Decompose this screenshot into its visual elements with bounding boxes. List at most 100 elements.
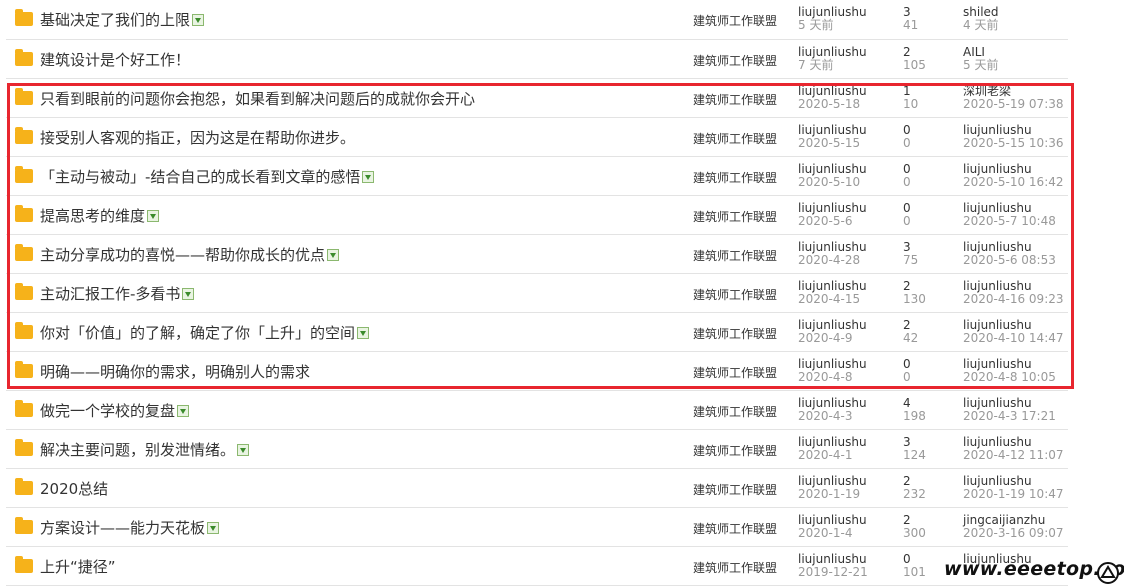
author-name[interactable]: liujunliushu bbox=[798, 357, 867, 371]
author-cell[interactable]: liujunliushu 2020-4-28 bbox=[798, 241, 867, 267]
last-post-user[interactable]: shiled bbox=[963, 5, 999, 19]
forum-link[interactable]: 建筑师工作联盟 bbox=[693, 364, 777, 381]
forum-link[interactable]: 建筑师工作联盟 bbox=[693, 169, 777, 186]
last-post-user[interactable]: liujunliushu bbox=[963, 474, 1032, 488]
last-post-cell[interactable]: 深圳老梁 2020-5-19 07:38 bbox=[963, 85, 1064, 111]
last-post-user[interactable]: liujunliushu bbox=[963, 162, 1032, 176]
thread-title-link[interactable]: 你对「价值」的了解，确定了你「上升」的空间 bbox=[40, 322, 370, 343]
thread-row[interactable]: 建筑设计是个好工作！ 建筑师工作联盟 liujunliushu 7 天前 2 1… bbox=[6, 40, 1068, 79]
author-name[interactable]: liujunliushu bbox=[798, 435, 867, 449]
author-cell[interactable]: liujunliushu 2020-5-15 bbox=[798, 124, 867, 150]
thread-title-link[interactable]: 明确——明确你的需求，明确别人的需求 bbox=[40, 361, 310, 382]
author-name[interactable]: liujunliushu bbox=[798, 552, 867, 566]
author-cell[interactable]: liujunliushu 2020-5-10 bbox=[798, 163, 867, 189]
forum-link[interactable]: 建筑师工作联盟 bbox=[693, 520, 777, 537]
forum-link[interactable]: 建筑师工作联盟 bbox=[693, 481, 777, 498]
thread-title-link[interactable]: 只看到眼前的问题你会抱怨，如果看到解决问题后的成就你会开心 bbox=[40, 88, 475, 109]
last-post-cell[interactable]: liujunliushu 2020-4-8 10:05 bbox=[963, 358, 1056, 384]
thread-row[interactable]: 2020总结 建筑师工作联盟 liujunliushu 2020-1-19 2 … bbox=[6, 469, 1068, 508]
author-name[interactable]: liujunliushu bbox=[798, 123, 867, 137]
author-cell[interactable]: liujunliushu 2020-1-4 bbox=[798, 514, 867, 540]
author-name[interactable]: liujunliushu bbox=[798, 318, 867, 332]
last-post-user[interactable]: liujunliushu bbox=[963, 396, 1032, 410]
author-cell[interactable]: liujunliushu 2020-4-3 bbox=[798, 397, 867, 423]
thread-title-link[interactable]: 上升“捷径” bbox=[40, 556, 116, 577]
last-post-cell[interactable]: shiled 4 天前 bbox=[963, 6, 999, 32]
thread-title-link[interactable]: 主动汇报工作-多看书 bbox=[40, 283, 195, 304]
author-name[interactable]: liujunliushu bbox=[798, 474, 867, 488]
thread-title-link[interactable]: 建筑设计是个好工作！ bbox=[40, 49, 190, 70]
author-name[interactable]: liujunliushu bbox=[798, 45, 867, 59]
last-post-user[interactable]: liujunliushu bbox=[963, 240, 1032, 254]
last-post-cell[interactable]: liujunliushu 2020-5-10 16:42 bbox=[963, 163, 1064, 189]
thread-row[interactable]: 方案设计——能力天花板 建筑师工作联盟 liujunliushu 2020-1-… bbox=[6, 508, 1068, 547]
last-post-cell[interactable]: liujunliushu 2020-5-6 08:53 bbox=[963, 241, 1056, 267]
forum-link[interactable]: 建筑师工作联盟 bbox=[693, 247, 777, 264]
author-cell[interactable]: liujunliushu 2020-1-19 bbox=[798, 475, 867, 501]
last-post-user[interactable]: liujunliushu bbox=[963, 279, 1032, 293]
forum-link[interactable]: 建筑师工作联盟 bbox=[693, 403, 777, 420]
author-cell[interactable]: liujunliushu 2020-4-15 bbox=[798, 280, 867, 306]
author-name[interactable]: liujunliushu bbox=[798, 201, 867, 215]
author-name[interactable]: liujunliushu bbox=[798, 240, 867, 254]
thread-row[interactable]: 解决主要问题，别发泄情绪。 建筑师工作联盟 liujunliushu 2020-… bbox=[6, 430, 1068, 469]
last-post-cell[interactable]: jingcaijianzhu 2020-3-16 09:07 bbox=[963, 514, 1064, 540]
forum-link[interactable]: 建筑师工作联盟 bbox=[693, 559, 777, 576]
author-cell[interactable]: liujunliushu 2020-4-8 bbox=[798, 358, 867, 384]
last-post-user[interactable]: liujunliushu bbox=[963, 201, 1032, 215]
thread-title-link[interactable]: 解决主要问题，别发泄情绪。 bbox=[40, 439, 250, 460]
thread-row[interactable]: 上升“捷径” 建筑师工作联盟 liujunliushu 2019-12-21 0… bbox=[6, 547, 1068, 586]
last-post-cell[interactable]: liujunliushu 2020-4-12 11:07 bbox=[963, 436, 1064, 462]
forum-link[interactable]: 建筑师工作联盟 bbox=[693, 52, 777, 69]
forum-link[interactable]: 建筑师工作联盟 bbox=[693, 130, 777, 147]
thread-row[interactable]: 「主动与被动」-结合自己的成长看到文章的感悟 建筑师工作联盟 liujunliu… bbox=[6, 157, 1068, 196]
thread-title-link[interactable]: 提高思考的维度 bbox=[40, 205, 160, 226]
author-cell[interactable]: liujunliushu 2020-4-9 bbox=[798, 319, 867, 345]
author-cell[interactable]: liujunliushu 2020-5-6 bbox=[798, 202, 867, 228]
last-post-cell[interactable]: liujunliushu 2020-5-15 10:36 bbox=[963, 124, 1064, 150]
forum-link[interactable]: 建筑师工作联盟 bbox=[693, 208, 777, 225]
thread-row[interactable]: 主动分享成功的喜悦——帮助你成长的优点 建筑师工作联盟 liujunliushu… bbox=[6, 235, 1068, 274]
author-cell[interactable]: liujunliushu 2020-4-1 bbox=[798, 436, 867, 462]
last-post-cell[interactable]: liujunliushu 2020-5-7 10:48 bbox=[963, 202, 1056, 228]
forum-link[interactable]: 建筑师工作联盟 bbox=[693, 286, 777, 303]
thread-title-link[interactable]: 做完一个学校的复盘 bbox=[40, 400, 190, 421]
last-post-user[interactable]: jingcaijianzhu bbox=[963, 513, 1045, 527]
thread-row[interactable]: 提高思考的维度 建筑师工作联盟 liujunliushu 2020-5-6 0 … bbox=[6, 196, 1068, 235]
thread-title-link[interactable]: 基础决定了我们的上限 bbox=[40, 9, 205, 30]
forum-link[interactable]: 建筑师工作联盟 bbox=[693, 12, 777, 29]
author-name[interactable]: liujunliushu bbox=[798, 5, 867, 19]
thread-row[interactable]: 基础决定了我们的上限 建筑师工作联盟 liujunliushu 5 天前 3 4… bbox=[6, 0, 1068, 40]
author-name[interactable]: liujunliushu bbox=[798, 162, 867, 176]
author-name[interactable]: liujunliushu bbox=[798, 84, 867, 98]
thread-title-link[interactable]: 方案设计——能力天花板 bbox=[40, 517, 220, 538]
thread-title-link[interactable]: 「主动与被动」-结合自己的成长看到文章的感悟 bbox=[40, 166, 375, 187]
thread-row[interactable]: 只看到眼前的问题你会抱怨，如果看到解决问题后的成就你会开心 建筑师工作联盟 li… bbox=[6, 79, 1068, 118]
thread-title-link[interactable]: 2020总结 bbox=[40, 478, 108, 499]
thread-row[interactable]: 做完一个学校的复盘 建筑师工作联盟 liujunliushu 2020-4-3 … bbox=[6, 391, 1068, 430]
last-post-cell[interactable]: liujunliushu 2020-4-16 09:23 bbox=[963, 280, 1064, 306]
author-name[interactable]: liujunliushu bbox=[798, 396, 867, 410]
last-post-user[interactable]: liujunliushu bbox=[963, 123, 1032, 137]
thread-title-link[interactable]: 主动分享成功的喜悦——帮助你成长的优点 bbox=[40, 244, 340, 265]
thread-row[interactable]: 主动汇报工作-多看书 建筑师工作联盟 liujunliushu 2020-4-1… bbox=[6, 274, 1068, 313]
last-post-cell[interactable]: liujunliushu 2020-4-10 14:47 bbox=[963, 319, 1064, 345]
thread-title-link[interactable]: 接受别人客观的指正，因为这是在帮助你进步。 bbox=[40, 127, 355, 148]
author-cell[interactable]: liujunliushu 2019-12-21 bbox=[798, 553, 868, 579]
forum-link[interactable]: 建筑师工作联盟 bbox=[693, 442, 777, 459]
thread-row[interactable]: 你对「价值」的了解，确定了你「上升」的空间 建筑师工作联盟 liujunlius… bbox=[6, 313, 1068, 352]
author-name[interactable]: liujunliushu bbox=[798, 279, 867, 293]
last-post-cell[interactable]: liujunliushu 2020-4-3 17:21 bbox=[963, 397, 1056, 423]
author-cell[interactable]: liujunliushu 7 天前 bbox=[798, 46, 867, 72]
last-post-cell[interactable]: liujunliushu 2020-1-19 10:47 bbox=[963, 475, 1064, 501]
last-post-user[interactable]: liujunliushu bbox=[963, 357, 1032, 371]
thread-row[interactable]: 明确——明确你的需求，明确别人的需求 建筑师工作联盟 liujunliushu … bbox=[6, 352, 1068, 391]
last-post-user[interactable]: 深圳老梁 bbox=[963, 84, 1011, 98]
last-post-user[interactable]: liujunliushu bbox=[963, 435, 1032, 449]
author-name[interactable]: liujunliushu bbox=[798, 513, 867, 527]
forum-link[interactable]: 建筑师工作联盟 bbox=[693, 91, 777, 108]
thread-row[interactable]: 接受别人客观的指正，因为这是在帮助你进步。 建筑师工作联盟 liujunlius… bbox=[6, 118, 1068, 157]
author-cell[interactable]: liujunliushu 2020-5-18 bbox=[798, 85, 867, 111]
last-post-user[interactable]: AILI bbox=[963, 45, 985, 59]
last-post-user[interactable]: liujunliushu bbox=[963, 318, 1032, 332]
